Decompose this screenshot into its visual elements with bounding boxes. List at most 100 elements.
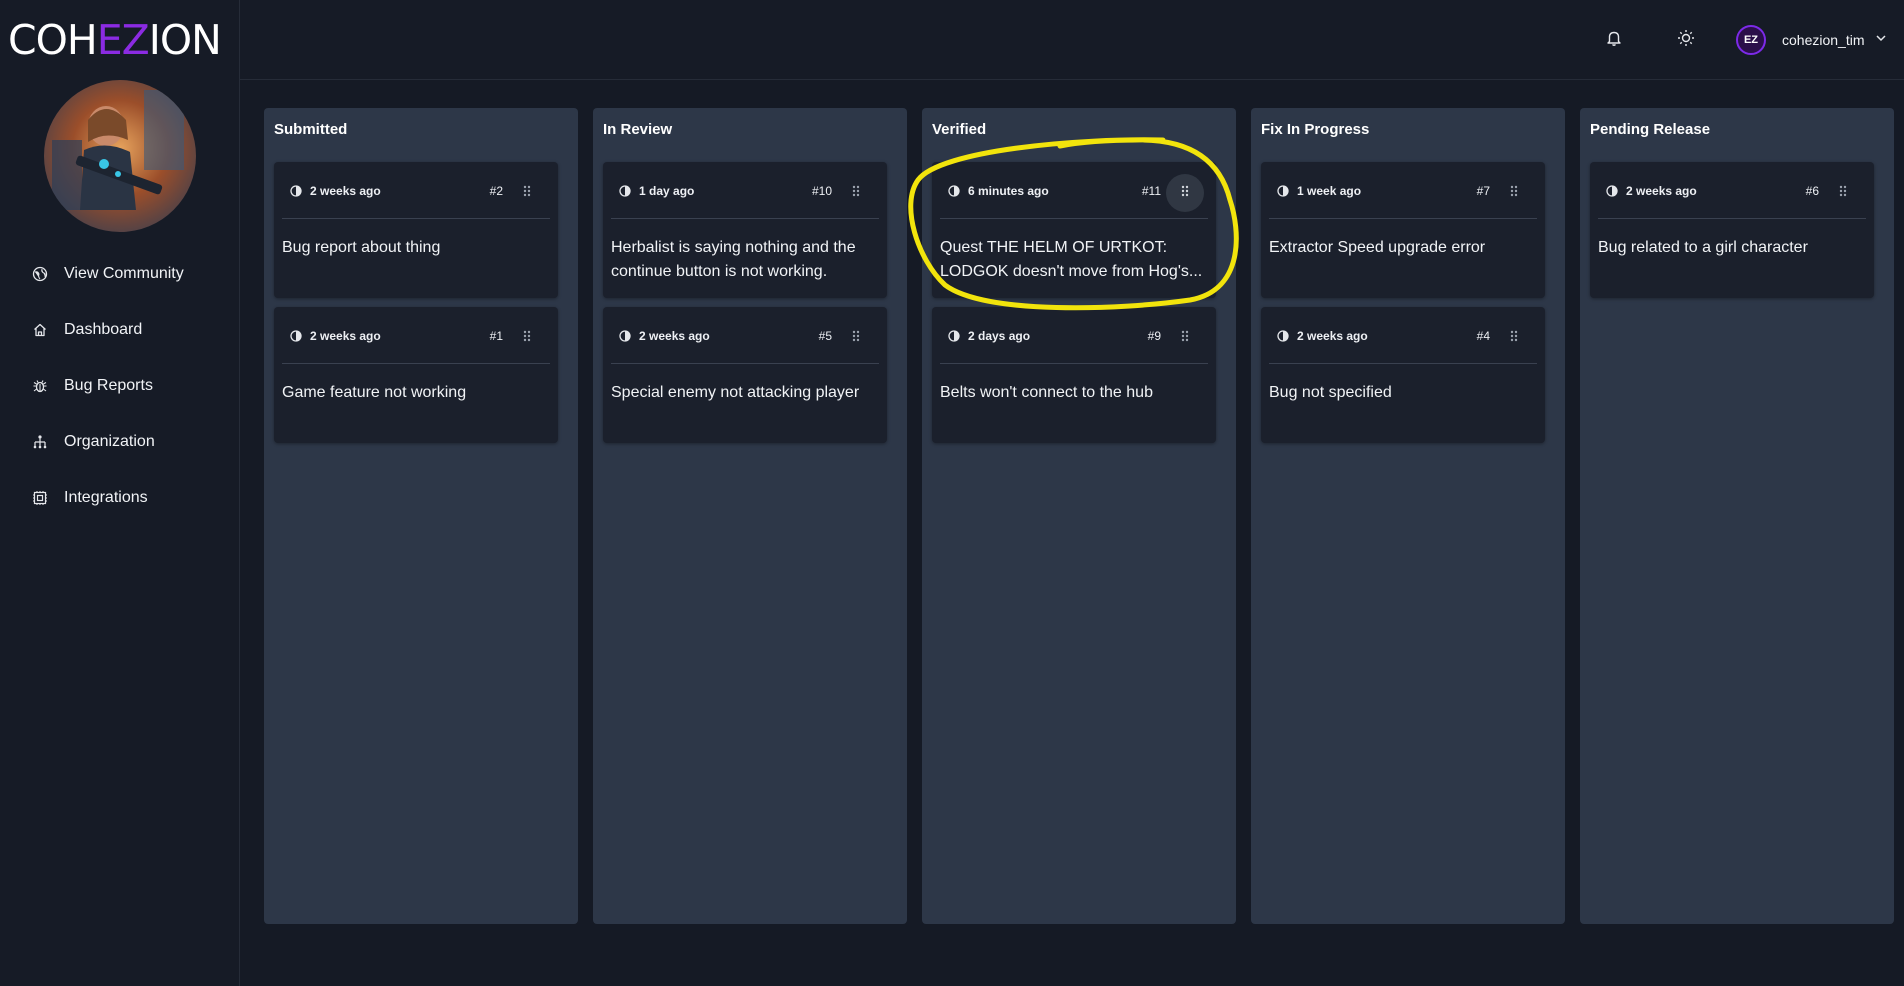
card-number: #7 xyxy=(1476,184,1490,198)
card-title: Special enemy not attacking player xyxy=(611,384,860,401)
drag-handle[interactable] xyxy=(1495,174,1533,212)
divider xyxy=(282,363,550,364)
drag-handle-icon xyxy=(1180,329,1190,348)
clock-icon xyxy=(1606,185,1618,197)
drag-handle-icon xyxy=(1180,184,1190,203)
divider xyxy=(1269,218,1537,219)
column-title: Submitted xyxy=(274,121,348,138)
column-in-review: In Review 1 day ago #10 Herbalist is say… xyxy=(593,108,907,924)
top-header: EZ cohezion_tim xyxy=(240,0,1904,80)
card-number: #2 xyxy=(489,184,503,198)
column-title: Verified xyxy=(932,121,987,138)
drag-handle[interactable] xyxy=(1824,174,1862,212)
sidebar-item-view-community[interactable]: View Community xyxy=(0,246,240,302)
bug-card[interactable]: 2 weeks ago #5 Special enemy not attacki… xyxy=(603,307,887,443)
community-avatar[interactable] xyxy=(44,80,196,232)
theme-toggle-button[interactable] xyxy=(1674,28,1698,52)
card-number: #1 xyxy=(489,329,503,343)
card-title: Extractor Speed upgrade error xyxy=(1269,239,1486,256)
drag-handle[interactable] xyxy=(837,319,875,357)
sidebar-item-organization[interactable]: Organization xyxy=(0,414,240,470)
clock-icon xyxy=(619,330,631,342)
card-number: #10 xyxy=(811,184,832,198)
sidebar-item-label: View Community xyxy=(64,265,184,282)
bug-card[interactable]: 1 week ago #7 Extractor Speed upgrade er… xyxy=(1261,162,1545,298)
bug-card[interactable]: 2 days ago #9 Belts won't connect to the… xyxy=(932,307,1216,443)
drag-handle-icon xyxy=(522,184,532,203)
sidebar-item-dashboard[interactable]: Dashboard xyxy=(0,302,240,358)
notifications-button[interactable] xyxy=(1602,28,1626,52)
column-verified: Verified 6 minutes ago #11 Quest THE HEL… xyxy=(922,108,1236,924)
card-title: Game feature not working xyxy=(282,384,467,401)
sidebar-item-integrations[interactable]: Integrations xyxy=(0,470,240,526)
drag-handle[interactable] xyxy=(508,319,546,357)
drag-handle-icon xyxy=(1509,329,1519,348)
column-title: Fix In Progress xyxy=(1261,121,1370,138)
bug-card[interactable]: 2 weeks ago #6 Bug related to a girl cha… xyxy=(1590,162,1874,298)
card-time: 2 weeks ago xyxy=(310,184,381,198)
drag-handle[interactable] xyxy=(1495,319,1533,357)
card-time: 1 week ago xyxy=(1297,184,1362,198)
card-number: #4 xyxy=(1476,329,1490,343)
card-time: 2 weeks ago xyxy=(310,329,381,343)
sidebar-item-label: Integrations xyxy=(64,489,148,506)
sidebar-nav: View Community Dashboard Bug Reports Org… xyxy=(0,246,240,526)
card-title: Bug report about thing xyxy=(282,239,441,256)
card-title: Belts won't connect to the hub xyxy=(940,384,1153,401)
card-number: #5 xyxy=(818,329,832,343)
clock-icon xyxy=(290,330,302,342)
bug-card[interactable]: 2 weeks ago #4 Bug not specified xyxy=(1261,307,1545,443)
column-title: Pending Release xyxy=(1590,121,1711,138)
divider xyxy=(611,363,879,364)
drag-handle-icon xyxy=(851,329,861,348)
clock-icon xyxy=(1277,185,1289,197)
clock-icon xyxy=(948,330,960,342)
clock-icon xyxy=(290,185,302,197)
column-pending-release: Pending Release 2 weeks ago #6 Bug relat… xyxy=(1580,108,1894,924)
card-time: 6 minutes ago xyxy=(968,184,1049,198)
globe-icon xyxy=(32,266,48,282)
sidebar-item-label: Organization xyxy=(64,433,155,450)
sun-icon xyxy=(1677,29,1695,52)
integrations-icon xyxy=(32,490,48,506)
divider xyxy=(611,218,879,219)
divider xyxy=(940,218,1208,219)
card-number: #9 xyxy=(1147,329,1161,343)
card-number: #11 xyxy=(1141,184,1161,198)
org-chart-icon xyxy=(32,434,48,450)
chevron-down-icon xyxy=(1875,31,1887,49)
user-menu[interactable]: EZ cohezion_tim xyxy=(1736,24,1887,56)
drag-handle-icon xyxy=(522,329,532,348)
drag-handle[interactable] xyxy=(1166,174,1204,212)
column-title: In Review xyxy=(603,121,673,138)
card-title: Bug related to a girl character xyxy=(1598,239,1808,256)
column-submitted: Submitted 2 weeks ago #2 Bug report abou… xyxy=(264,108,578,924)
username: cohezion_tim xyxy=(1782,32,1865,48)
app-logo[interactable]: COHEZION xyxy=(8,14,222,66)
drag-handle[interactable] xyxy=(508,174,546,212)
drag-handle-icon xyxy=(851,184,861,203)
card-time: 2 weeks ago xyxy=(639,329,710,343)
sidebar-item-label: Dashboard xyxy=(64,321,143,338)
home-icon xyxy=(32,322,48,338)
bug-card[interactable]: 6 minutes ago #11 Quest THE HELM OF URTK… xyxy=(932,162,1216,298)
drag-handle-icon xyxy=(1838,184,1848,203)
clock-icon xyxy=(619,185,631,197)
bug-card[interactable]: 2 weeks ago #2 Bug report about thing xyxy=(274,162,558,298)
drag-handle[interactable] xyxy=(837,174,875,212)
sidebar-item-label: Bug Reports xyxy=(64,377,153,394)
card-time: 1 day ago xyxy=(639,184,695,198)
card-title: Quest THE HELM OF URTKOT: LODGOK doesn't… xyxy=(940,239,1203,280)
avatar: EZ xyxy=(1736,25,1766,55)
sidebar: COHEZION View Community Dashboard Bug Re… xyxy=(0,0,240,986)
card-time: 2 days ago xyxy=(968,329,1031,343)
card-number: #6 xyxy=(1805,184,1819,198)
divider xyxy=(1598,218,1866,219)
bug-card[interactable]: 1 day ago #10 Herbalist is saying nothin… xyxy=(603,162,887,298)
card-time: 2 weeks ago xyxy=(1297,329,1368,343)
sidebar-item-bug-reports[interactable]: Bug Reports xyxy=(0,358,240,414)
bug-card[interactable]: 2 weeks ago #1 Game feature not working xyxy=(274,307,558,443)
bell-icon xyxy=(1605,29,1623,52)
drag-handle[interactable] xyxy=(1166,319,1204,357)
clock-icon xyxy=(948,185,960,197)
